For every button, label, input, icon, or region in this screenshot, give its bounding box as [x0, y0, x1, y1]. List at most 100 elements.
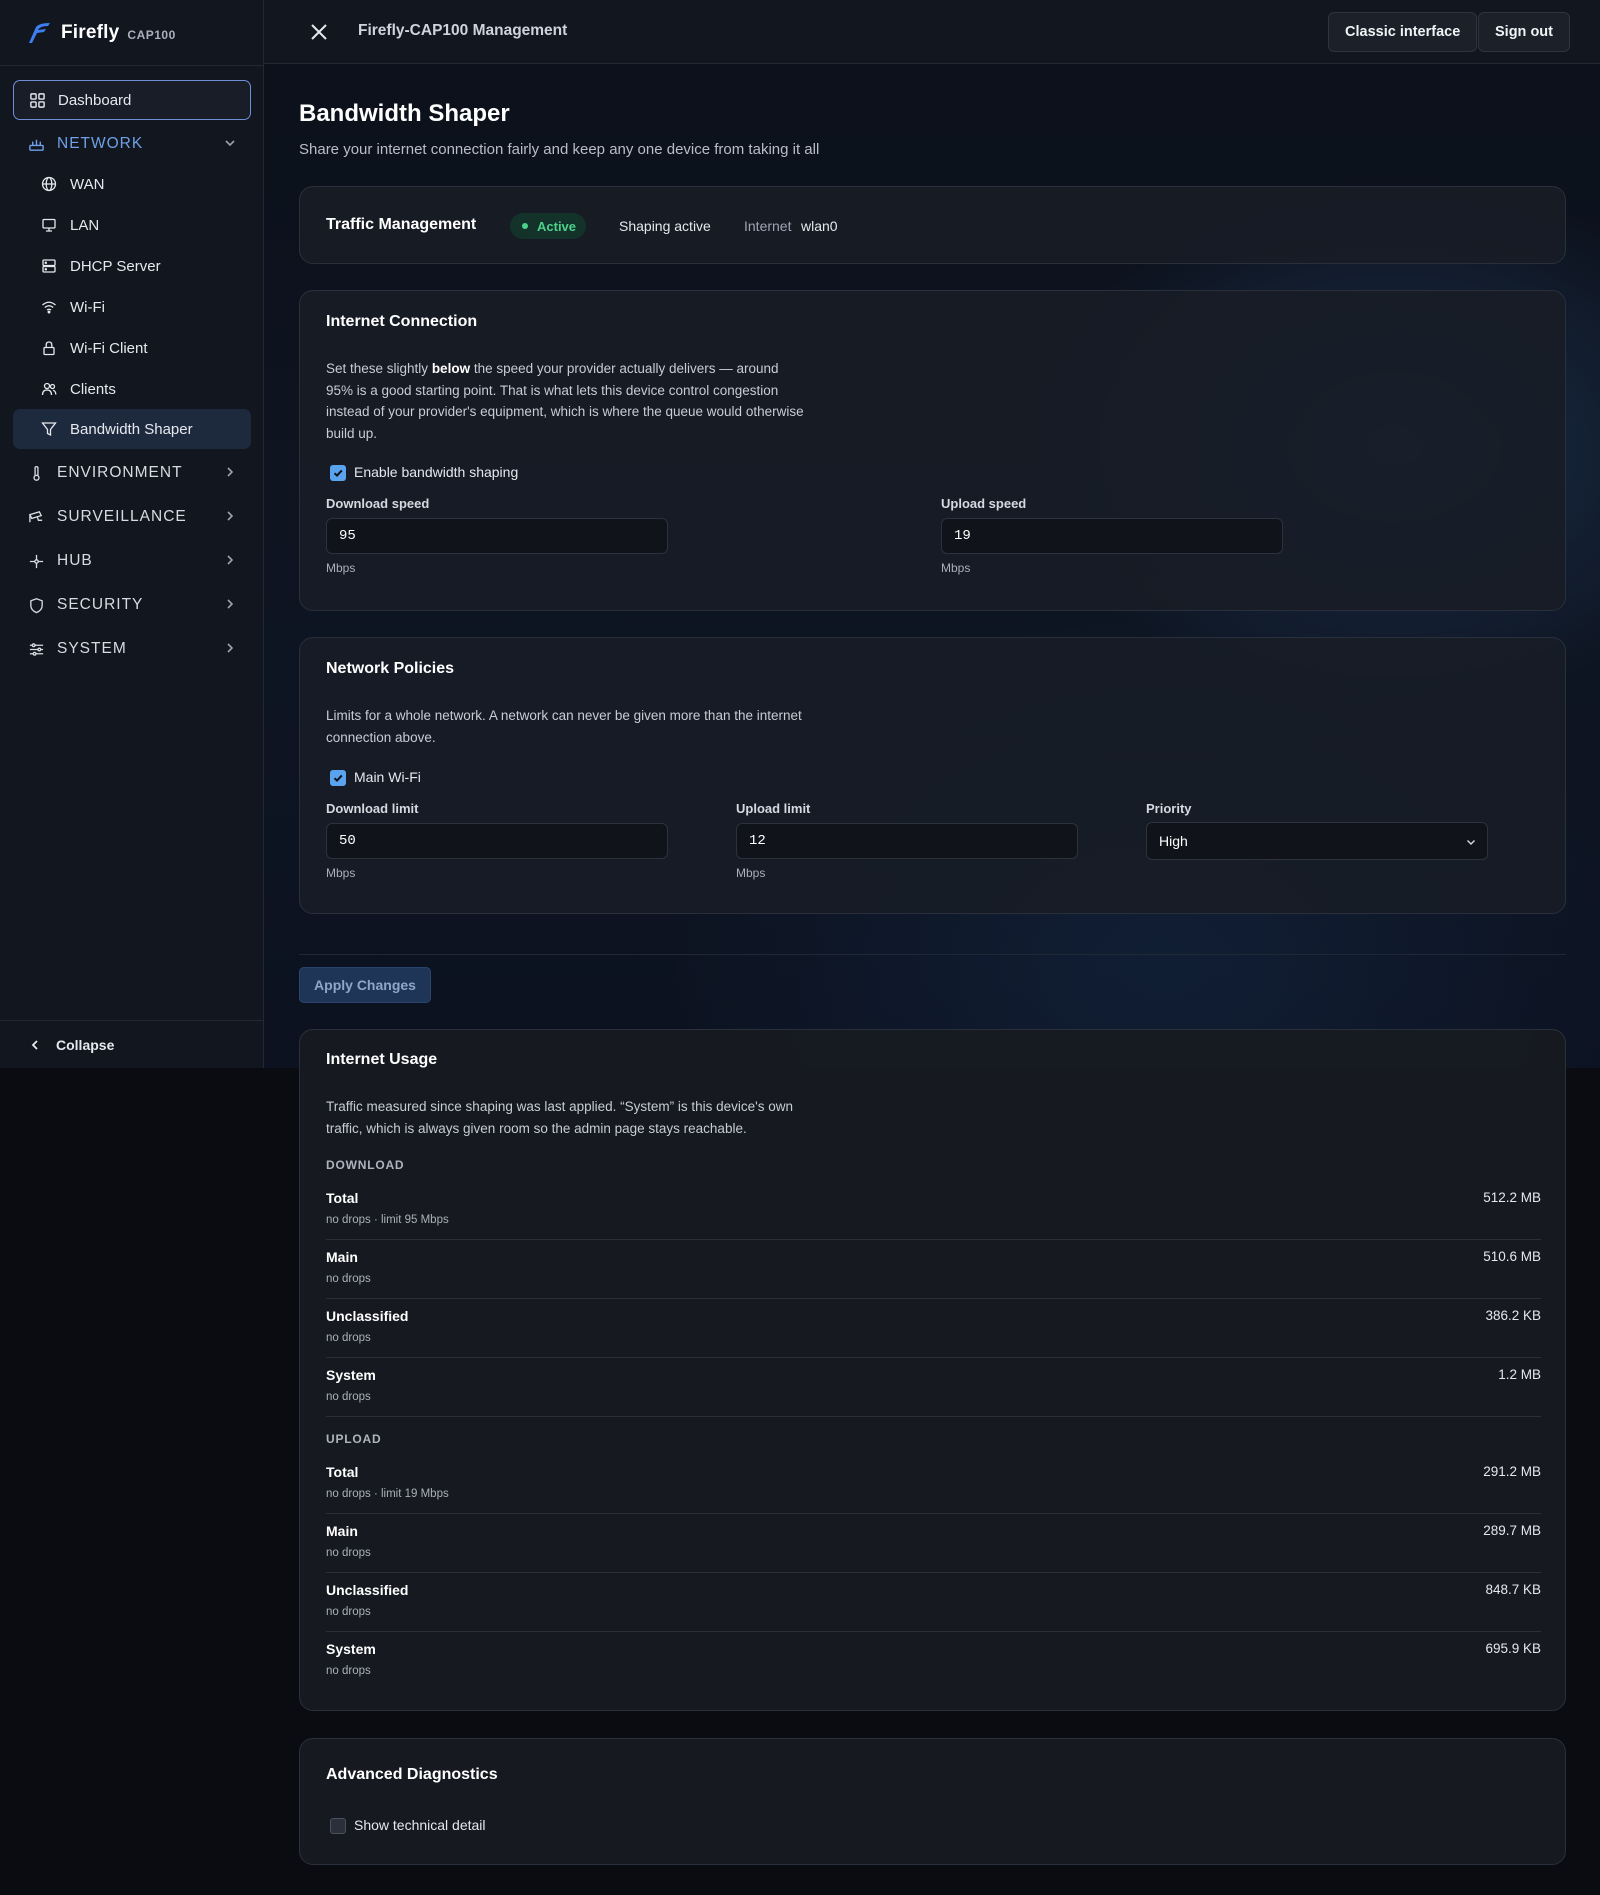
usage-row-name: Main	[326, 1523, 358, 1539]
chevron-down-icon	[1467, 840, 1475, 845]
chevron-right-icon	[227, 599, 234, 609]
internet-usage-description: Traffic measured since shaping was last …	[326, 1099, 794, 1136]
brand-model: CAP100	[127, 27, 176, 42]
sidebar-item-label: Wi-Fi Client	[70, 339, 148, 357]
sidebar-section-network[interactable]: NETWORK	[13, 124, 251, 164]
upload-speed-input[interactable]	[941, 518, 1283, 554]
status-badge-label: Active	[537, 218, 577, 234]
upload-section-header: UPLOAD	[326, 1432, 382, 1446]
globe-icon	[40, 175, 58, 193]
priority-label: Priority	[1146, 801, 1192, 816]
sidebar-item-lan[interactable]: LAN	[13, 205, 251, 245]
usage-row-value: 1.2 MB	[1498, 1367, 1541, 1382]
download-section-header: DOWNLOAD	[326, 1158, 405, 1172]
description-text: Set these slightly	[326, 361, 432, 376]
internet-connection-card: Internet Connection Set these slightly b…	[299, 290, 1566, 611]
chevron-right-icon	[227, 643, 234, 653]
network-policies-card: Network Policies Limits for a whole netw…	[299, 637, 1566, 914]
priority-select[interactable]: High	[1146, 822, 1488, 860]
sidebar-section-label: HUB	[57, 552, 93, 569]
sidebar-item-dhcp-server[interactable]: DHCP Server	[13, 246, 251, 286]
brand[interactable]: Firefly CAP100	[0, 0, 263, 66]
status-dot-icon	[522, 223, 528, 229]
sidebar-section-system[interactable]: SYSTEM	[13, 629, 251, 669]
show-technical-detail-label[interactable]: Show technical detail	[354, 1817, 486, 1833]
grid-icon	[28, 91, 46, 109]
page-subtitle: Share your internet connection fairly an…	[299, 141, 820, 158]
usage-row-value: 289.7 MB	[1483, 1523, 1541, 1538]
usage-row-name: System	[326, 1367, 376, 1383]
sidebar-item-label: Clients	[70, 380, 116, 398]
sidebar-section-hub[interactable]: HUB	[13, 541, 251, 581]
apply-changes-button[interactable]: Apply Changes	[299, 967, 431, 1003]
usage-row-name: Total	[326, 1190, 359, 1206]
usage-row: Unclassified no drops 848.7 KB	[326, 1574, 1541, 1632]
sidebar-section-security[interactable]: SECURITY	[13, 585, 251, 625]
collapse-button[interactable]: Collapse	[0, 1020, 264, 1068]
sidebar-item-wifi[interactable]: Wi-Fi	[13, 287, 251, 327]
checkmark-icon	[333, 469, 343, 478]
internet-usage-title: Internet Usage	[326, 1051, 438, 1068]
usage-row-value: 386.2 KB	[1485, 1308, 1541, 1323]
usage-row-value: 695.9 KB	[1485, 1641, 1541, 1656]
internet-connection-description: Set these slightly below the speed your …	[326, 358, 806, 444]
sidebar-item-label: Wi-Fi	[70, 298, 105, 316]
usage-row: Unclassified no drops 386.2 KB	[326, 1300, 1541, 1358]
chevron-right-icon	[227, 467, 234, 477]
main-wifi-label[interactable]: Main Wi-Fi	[354, 769, 421, 785]
usage-row-value: 848.7 KB	[1485, 1582, 1541, 1597]
usage-row: Total no drops · limit 19 Mbps 291.2 MB	[326, 1456, 1541, 1514]
usage-row: System no drops 695.9 KB	[326, 1633, 1541, 1691]
sidebar: Firefly CAP100 Dashboard NETWORK WAN LAN…	[0, 0, 264, 1068]
close-icon[interactable]	[308, 21, 330, 43]
usage-row-name: Unclassified	[326, 1308, 409, 1324]
enable-shaping-checkbox[interactable]	[330, 465, 346, 481]
network-policies-title: Network Policies	[326, 660, 455, 677]
enable-shaping-label[interactable]: Enable bandwidth shaping	[354, 464, 518, 480]
download-speed-label: Download speed	[326, 496, 430, 511]
server-icon	[40, 257, 58, 275]
show-technical-detail-checkbox[interactable]	[330, 1818, 346, 1834]
network-icon	[27, 135, 45, 153]
shaping-status: Shaping active	[619, 218, 711, 234]
upload-limit-input[interactable]	[736, 823, 1078, 859]
usage-row-note: no drops · limit 95 Mbps	[326, 1214, 449, 1226]
sidebar-item-dashboard[interactable]: Dashboard	[13, 80, 251, 120]
sidebar-item-bandwidth-shaper[interactable]: Bandwidth Shaper	[13, 409, 251, 449]
divider	[299, 954, 1566, 955]
chevron-left-icon	[31, 1039, 38, 1050]
download-speed-input[interactable]	[326, 518, 668, 554]
sidebar-item-label: Dashboard	[58, 91, 132, 109]
download-limit-unit: Mbps	[326, 866, 356, 880]
usage-row-note: no drops	[326, 1547, 371, 1559]
usage-row-note: no drops	[326, 1606, 371, 1618]
sign-out-button[interactable]: Sign out	[1478, 12, 1570, 52]
usage-row-note: no drops	[326, 1273, 371, 1285]
thermometer-icon	[27, 464, 45, 482]
sidebar-item-wan[interactable]: WAN	[13, 164, 251, 204]
upload-limit-label: Upload limit	[736, 801, 811, 816]
usage-row-name: Main	[326, 1249, 358, 1265]
page-title: Bandwidth Shaper	[299, 100, 510, 127]
internet-usage-card: Internet Usage Traffic measured since sh…	[299, 1029, 1566, 1711]
usage-row-value: 510.6 MB	[1483, 1249, 1541, 1264]
camera-icon	[27, 508, 45, 526]
description-emphasis: below	[431, 361, 471, 376]
usage-row-note: no drops	[326, 1332, 371, 1344]
sidebar-item-label: Bandwidth Shaper	[70, 420, 193, 438]
usage-row-value: 512.2 MB	[1483, 1190, 1541, 1205]
sidebar-item-clients[interactable]: Clients	[13, 369, 251, 409]
sidebar-section-surveillance[interactable]: SURVEILLANCE	[13, 497, 251, 537]
download-limit-input[interactable]	[326, 823, 668, 859]
monitor-icon	[40, 216, 58, 234]
sidebar-section-environment[interactable]: ENVIRONMENT	[13, 453, 251, 493]
main-wifi-checkbox[interactable]	[330, 770, 346, 786]
sidebar-item-wifi-client[interactable]: Wi-Fi Client	[13, 328, 251, 368]
usage-row: Main no drops 289.7 MB	[326, 1515, 1541, 1573]
sidebar-item-label: WAN	[70, 175, 105, 193]
download-speed-unit: Mbps	[326, 561, 356, 575]
sidebar-item-label: LAN	[70, 216, 100, 234]
network-policies-description: Limits for a whole network. A network ca…	[326, 708, 802, 745]
classic-interface-button[interactable]: Classic interface	[1328, 12, 1478, 52]
firefly-logo-icon	[29, 22, 50, 43]
